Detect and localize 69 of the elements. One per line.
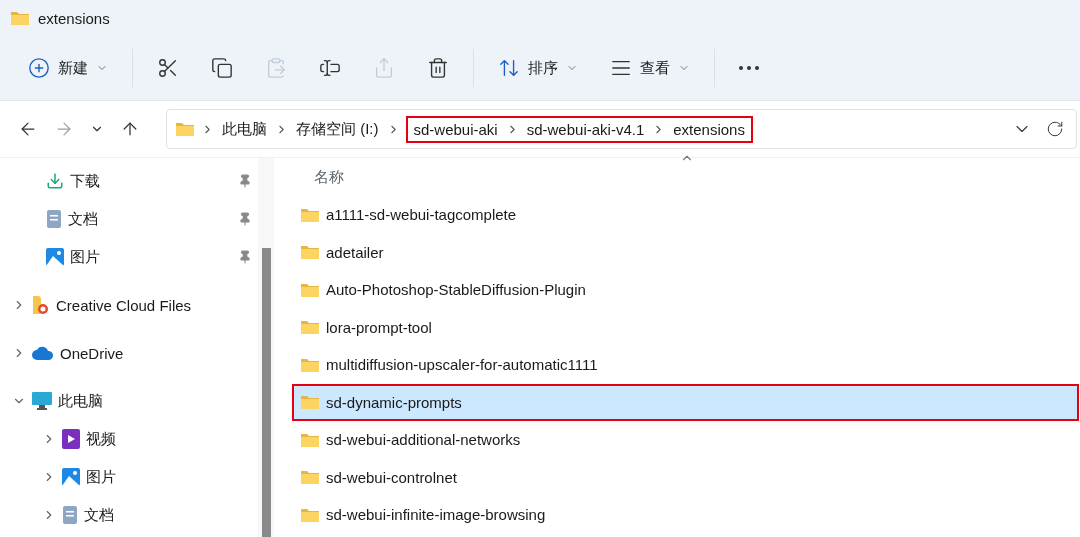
- folder-row[interactable]: sd-dynamic-prompts: [292, 383, 1079, 421]
- folder-name: multidiffusion-upscaler-for-automatic1111: [326, 356, 598, 374]
- menu-button[interactable]: 排序: [488, 48, 588, 88]
- folder-icon: [175, 121, 195, 137]
- sidebar-label: 图片: [86, 467, 116, 487]
- document-icon: [46, 209, 62, 229]
- image-icon: [62, 468, 80, 486]
- folder-row[interactable]: adetailer: [292, 233, 1079, 271]
- video-icon: [62, 429, 80, 449]
- folder-icon: [10, 10, 30, 26]
- sidebar-item[interactable]: 文档: [0, 496, 258, 534]
- folder-icon: [300, 469, 320, 486]
- sidebar-item[interactable]: OneDrive: [0, 334, 258, 372]
- monitor-icon: [32, 392, 52, 410]
- sidebar-label: 文档: [84, 505, 114, 525]
- sidebar-label: 下载: [70, 171, 100, 191]
- folder-name: sd-webui-controlnet: [326, 468, 457, 486]
- folder-icon: [300, 244, 320, 261]
- sidebar-item[interactable]: 此电脑: [0, 382, 258, 420]
- folder-icon: [32, 295, 50, 315]
- sidebar-item[interactable]: Creative Cloud Files: [0, 286, 258, 324]
- folder-icon: [300, 319, 320, 336]
- folder-icon: [300, 506, 320, 523]
- folder-row[interactable]: Auto-Photoshop-StableDiffusion-Plugin: [292, 271, 1079, 309]
- folder-row[interactable]: a1111-sd-webui-tagcomplete: [292, 196, 1079, 234]
- folder-icon: [300, 431, 320, 448]
- breadcrumb[interactable]: 此电脑: [220, 119, 269, 139]
- image-icon: [46, 248, 64, 266]
- window-title: extensions: [38, 9, 110, 27]
- download-icon: [46, 172, 64, 190]
- folder-row[interactable]: sd-webui-infinite-image-browsing: [292, 496, 1079, 534]
- sidebar-label: 此电脑: [58, 391, 103, 411]
- cloud-icon: [32, 346, 54, 360]
- folder-icon: [300, 356, 320, 373]
- folder-name: sd-webui-additional-networks: [326, 431, 521, 449]
- sidebar-item[interactable]: 文档: [0, 200, 258, 238]
- sidebar-item[interactable]: 图片: [0, 458, 258, 496]
- folder-name: sd-dynamic-prompts: [326, 393, 462, 411]
- document-icon: [62, 505, 78, 525]
- sidebar-item[interactable]: 图片: [0, 238, 258, 276]
- breadcrumb[interactable]: sd-webui-aki-v4.1: [524, 120, 647, 138]
- breadcrumb[interactable]: sd-webui-aki: [411, 120, 500, 138]
- folder-icon: [300, 394, 320, 411]
- sidebar-label: 文档: [68, 209, 98, 229]
- menu-button[interactable]: 查看: [600, 48, 700, 88]
- folder-name: lora-prompt-tool: [326, 318, 432, 336]
- folder-row[interactable]: sd-webui-additional-networks: [292, 421, 1079, 459]
- sidebar-label: OneDrive: [60, 344, 124, 362]
- sidebar-label: Creative Cloud Files: [56, 296, 192, 314]
- sidebar-item[interactable]: 下载: [0, 162, 258, 200]
- folder-row[interactable]: sd-webui-controlnet: [292, 458, 1079, 496]
- breadcrumb[interactable]: extensions: [671, 120, 747, 138]
- folder-name: sd-webui-infinite-image-browsing: [326, 506, 546, 524]
- breadcrumb[interactable]: 存储空间 (I:): [294, 119, 381, 139]
- sidebar-item[interactable]: 视频: [0, 420, 258, 458]
- address-bar[interactable]: 此电脑 存储空间 (I:) sd-webui-aki sd-webui-aki-v4.1 extensions: [166, 109, 1077, 149]
- refresh-icon: [1046, 120, 1064, 138]
- menu-button[interactable]: 新建: [18, 48, 118, 88]
- folder-name: a1111-sd-webui-tagcomplete: [326, 206, 517, 224]
- scrollbar[interactable]: [258, 158, 274, 537]
- folder-name: Auto-Photoshop-StableDiffusion-Plugin: [326, 281, 586, 299]
- column-header[interactable]: 名称: [314, 167, 344, 187]
- sidebar-label: 图片: [70, 247, 100, 267]
- folder-row[interactable]: multidiffusion-upscaler-for-automatic1111: [292, 346, 1079, 384]
- folder-name: adetailer: [326, 243, 384, 261]
- sidebar-label: 视频: [86, 429, 116, 449]
- folder-icon: [300, 281, 320, 298]
- folder-row[interactable]: lora-prompt-tool: [292, 308, 1079, 346]
- folder-icon: [300, 206, 320, 223]
